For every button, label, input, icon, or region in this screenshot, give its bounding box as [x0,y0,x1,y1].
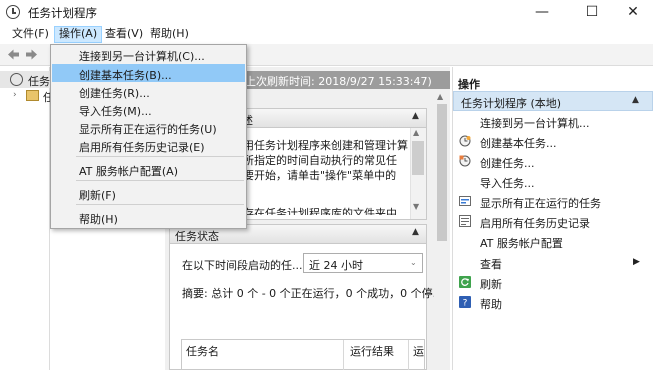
svg-text:?: ? [463,299,468,309]
action-label: 查看 [480,258,502,271]
chevron-down-icon: ⌄ [410,258,417,267]
action-label: 创建基本任务... [480,137,557,150]
refresh-icon [459,276,471,288]
menu-separator [76,180,244,181]
menu-bar: 文件(F) 操作(A) 查看(V) 帮助(H) [0,24,653,44]
tree-pane [0,67,50,370]
menu-item-label: 帮助(H) [79,213,118,226]
action-label: 帮助 [480,298,502,311]
menu-separator [76,156,244,157]
column-divider [343,340,344,370]
period-select-value: 近 24 小时 [309,259,363,272]
menu-view[interactable]: 查看(V) [101,26,147,43]
overview-line: 用任务计划程序来创建和管理计算 [243,139,408,152]
menu-item-label: 创建基本任务(B)... [79,69,172,82]
menu-item-label: 连接到另一台计算机(C)... [79,50,205,63]
maximize-button[interactable]: ☐ [570,0,614,24]
action-label: 创建任务... [480,157,535,170]
menu-item-label: 启用所有任务历史记录(E) [79,141,205,154]
tree-root-label: 任务 [28,75,50,88]
menu-file[interactable]: 文件(F) [8,26,53,43]
minimize-button[interactable]: — [520,0,564,24]
collapse-icon[interactable]: ▲ [412,227,419,237]
running-tasks-icon [459,196,471,206]
submenu-arrow-icon: ▶ [633,257,640,267]
overview-line: 所指定的时间自动执行的常见任 [243,154,397,167]
action-label: 连接到另一台计算机... [480,117,590,130]
folder-icon [26,90,39,101]
overview-line: 要开始，请单击"操作"菜单中的 [243,169,397,182]
action-label: AT 服务帐户配置 [480,237,563,250]
forward-arrow-icon[interactable] [25,48,38,61]
column-header-run-result[interactable]: 运行结果 [350,343,394,359]
action-label: 刷新 [480,278,502,291]
menu-item-label: AT 服务帐户配置(A) [79,165,178,178]
scroll-up-icon[interactable]: ▲ [437,92,443,101]
menu-item-label: 创建任务(R)... [79,87,150,100]
menu-item-label: 导入任务(M)... [79,105,152,118]
column-divider [408,340,409,370]
scroll-thumb[interactable] [412,141,424,175]
last-refresh-text: 上次刷新时间: 2018/9/27 15:33:47) [245,75,432,88]
menu-item-label: 刷新(F) [79,189,116,202]
task-summary-text: 摘要: 总计 0 个 - 0 个正在运行，0 个成功，0 个停... [182,287,444,300]
create-task-icon [459,155,471,167]
collapse-icon[interactable]: ▲ [412,111,419,121]
actions-group-title: 任务计划程序 (本地) [461,97,562,110]
overview-line: 存在任务计划程序库的文件夹中 [243,207,397,215]
period-label: 在以下时间段启动的任... [182,259,303,272]
menu-help[interactable]: 帮助(H) [146,26,193,43]
clock-icon [10,73,23,86]
window-title: 任务计划程序 [28,6,97,20]
column-header-run[interactable]: 运 [413,343,424,359]
help-icon: ? [459,296,471,308]
task-history-icon [459,215,471,227]
scroll-up-icon[interactable]: ▲ [413,128,419,137]
task-status-title: 任务状态 [175,230,219,243]
menu-item-label: 显示所有正在运行的任务(U) [79,123,217,136]
basic-task-icon [459,135,471,147]
menu-action[interactable]: 操作(A) [54,26,103,43]
back-arrow-icon[interactable] [7,48,20,61]
actions-title: 操作 [458,78,480,91]
menu-separator [76,204,244,205]
task-scheduler-icon [6,5,20,19]
close-button[interactable]: ✕ [611,0,653,24]
scroll-thumb[interactable] [437,104,447,241]
column-header-task-name[interactable]: 任务名 [186,343,219,359]
action-label: 显示所有正在运行的任务 [480,197,601,210]
action-label: 导入任务... [480,177,535,190]
tree-expander-icon[interactable]: › [13,90,17,100]
scroll-down-icon[interactable]: ▼ [413,202,419,211]
action-label: 启用所有任务历史记录 [480,217,590,230]
collapse-icon[interactable]: ▲ [632,95,639,105]
